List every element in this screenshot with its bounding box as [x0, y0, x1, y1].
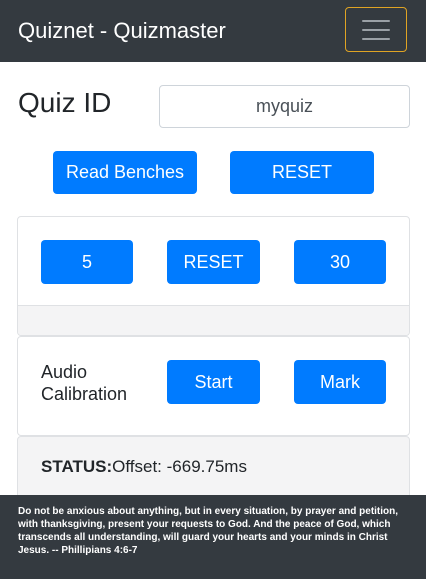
calibration-start-button[interactable]: Start — [167, 360, 260, 404]
timer-reset-button[interactable]: RESET — [167, 240, 260, 284]
read-benches-button[interactable]: Read Benches — [53, 151, 197, 194]
timer-30-button[interactable]: 30 — [294, 240, 386, 284]
timer-card-footer — [18, 305, 409, 335]
navbar-toggler-button[interactable] — [345, 7, 407, 52]
status-label: STATUS: — [41, 457, 113, 476]
quiz-id-label: Quiz ID — [18, 87, 112, 118]
audio-calibration-card: Audio Calibration Start Mark — [17, 336, 410, 436]
timer-5-button[interactable]: 5 — [41, 240, 133, 284]
navbar-brand[interactable]: Quiznet - Quizmaster — [18, 17, 226, 45]
status-line: STATUS:Offset: -669.75ms — [41, 456, 247, 478]
reset-button[interactable]: RESET — [230, 151, 374, 194]
navbar: Quiznet - Quizmaster — [0, 0, 426, 62]
calibration-mark-button[interactable]: Mark — [294, 360, 386, 404]
footer-verse: Do not be anxious about anything, but in… — [18, 506, 399, 556]
quiz-id-input[interactable] — [159, 85, 410, 128]
audio-calibration-label: Audio Calibration — [41, 362, 128, 404]
timer-card: 5 RESET 30 — [17, 216, 410, 336]
status-value: Offset: -669.75ms — [112, 457, 247, 476]
footer: Do not be anxious about anything, but in… — [0, 495, 426, 579]
